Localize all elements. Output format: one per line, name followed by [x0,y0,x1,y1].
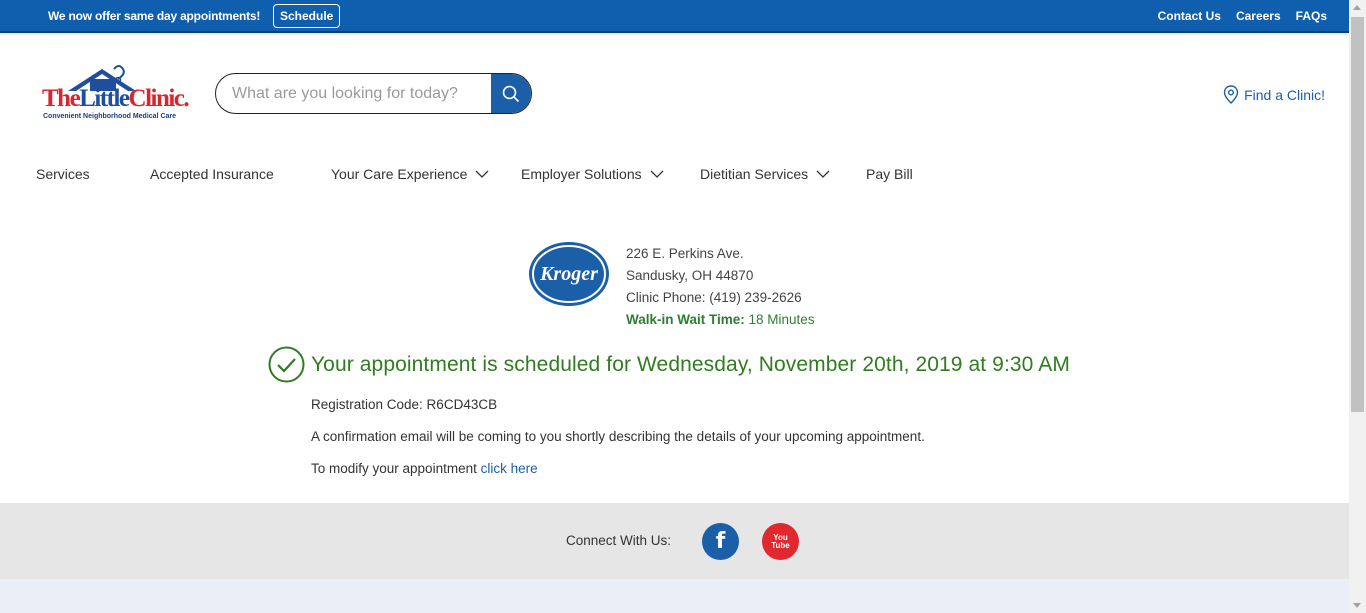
location-pin-icon [1223,85,1239,104]
site-header: TheLittleClinic. Convenient Neighborhood… [0,35,1349,205]
search-bar [215,73,532,114]
utility-links: Contact Us Careers FAQs [1158,9,1327,23]
scrollbar-thumb[interactable] [1351,17,1364,412]
kroger-logo: Kroger [529,242,609,306]
modify-appointment-link[interactable]: click here [481,461,538,476]
connect-with-us-label: Connect With Us: [566,533,672,548]
clinic-address-line2: Sandusky, OH 44870 [626,268,754,283]
logo-tagline: Convenient Neighborhood Medical Care [43,113,177,120]
wait-time: Walk-in Wait Time: 18 Minutes [626,312,815,327]
top-announcement-bar: We now offer same day appointments! Sche… [0,0,1349,33]
registration-code: Registration Code: R6CD43CB [311,397,498,412]
chevron-down-icon [475,170,489,178]
faqs-link[interactable]: FAQs [1296,9,1327,23]
confirmation-section: Kroger 226 E. Perkins Ave. Sandusky, OH … [0,205,1349,503]
careers-link[interactable]: Careers [1236,9,1281,23]
footer-social: Connect With Us: f You Tube [0,503,1349,579]
the-little-clinic-logo[interactable]: TheLittleClinic. Convenient Neighborhood… [40,65,195,123]
page-scrollbar[interactable] [1349,0,1366,613]
nav-item-pay-bill[interactable]: Pay Bill [866,166,913,182]
appointment-scheduled-title: Your appointment is scheduled for Wednes… [311,352,1070,376]
nav-item-services[interactable]: Services [36,166,90,182]
contact-us-link[interactable]: Contact Us [1158,9,1221,23]
promo-text: We now offer same day appointments! [48,9,261,23]
main-nav: Services Accepted Insurance Your Care Ex… [0,166,1349,188]
facebook-icon[interactable]: f [702,523,739,560]
nav-item-accepted-insurance[interactable]: Accepted Insurance [150,166,274,182]
confirmation-details: Registration Code: R6CD43CB A confirmati… [311,397,925,493]
youtube-icon[interactable]: You Tube [762,523,799,560]
logo-wordmark: TheLittleClinic. [42,85,190,112]
confirmation-heading: Your appointment is scheduled for Wednes… [268,346,1070,383]
find-a-clinic-link[interactable]: Find a Clinic! [1223,85,1325,104]
svg-text:Kroger: Kroger [539,263,598,285]
clinic-address-line1: 226 E. Perkins Ave. [626,246,744,261]
nav-item-dietitian-services[interactable]: Dietitian Services [700,166,830,182]
nav-item-employer-solutions[interactable]: Employer Solutions [521,166,664,182]
scroll-down-arrow-icon[interactable] [1353,603,1361,608]
search-input[interactable] [232,83,492,105]
search-button[interactable] [491,74,531,113]
schedule-button[interactable]: Schedule [273,4,341,28]
chevron-down-icon [816,170,830,178]
check-circle-icon [268,346,305,383]
clinic-info: 226 E. Perkins Ave. Sandusky, OH 44870 C… [626,243,815,331]
scroll-up-arrow-icon[interactable] [1353,5,1361,10]
nav-item-your-care-experience[interactable]: Your Care Experience [331,166,489,182]
search-icon [502,85,520,102]
chevron-down-icon [650,170,664,178]
modify-appointment: To modify your appointment click here [311,461,538,476]
find-a-clinic-label: Find a Clinic! [1244,86,1325,103]
clinic-phone: Clinic Phone: (419) 239-2626 [626,290,802,305]
email-note: A confirmation email will be coming to y… [311,429,925,444]
